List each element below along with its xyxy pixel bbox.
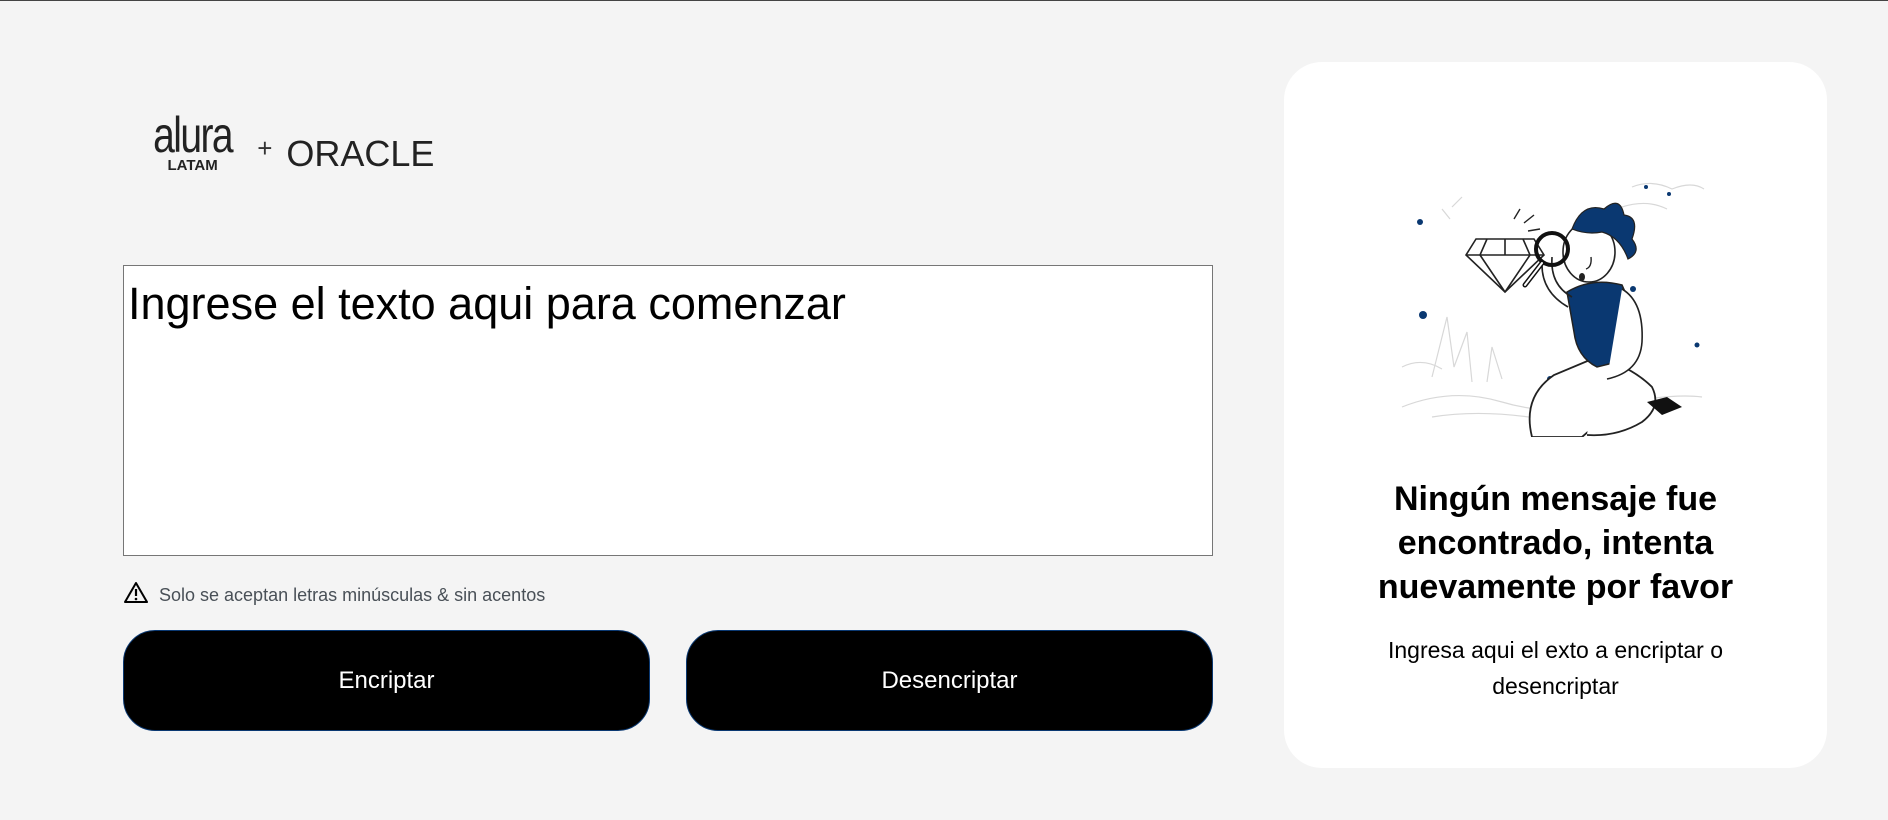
oracle-logo: ORACLE [286,133,435,174]
input-hint: Solo se aceptan letras minúsculas & sin … [123,580,545,611]
input-hint-text: Solo se aceptan letras minúsculas & sin … [159,585,546,605]
brand-logo: alura LATAM + ORACLE [142,107,434,191]
encrypt-button[interactable]: Encriptar [123,630,650,731]
empty-message-text: Ingresa aqui el exto a encriptar o desen… [1388,637,1723,699]
decrypt-button[interactable]: Desencriptar [686,630,1213,731]
alura-logo: alura LATAM [142,107,243,174]
warning-triangle-icon [123,580,149,611]
text-input[interactable] [123,265,1213,556]
alura-logo-word: alura [153,107,233,163]
output-card: Ningún mensaje fue encontrado, intenta n… [1284,62,1827,768]
person-with-magnifying-glass-illustration [1401,182,1705,437]
logo-plus: + [257,133,273,163]
empty-message-title: Ningún mensaje fue encontrado, intenta n… [1377,480,1734,606]
